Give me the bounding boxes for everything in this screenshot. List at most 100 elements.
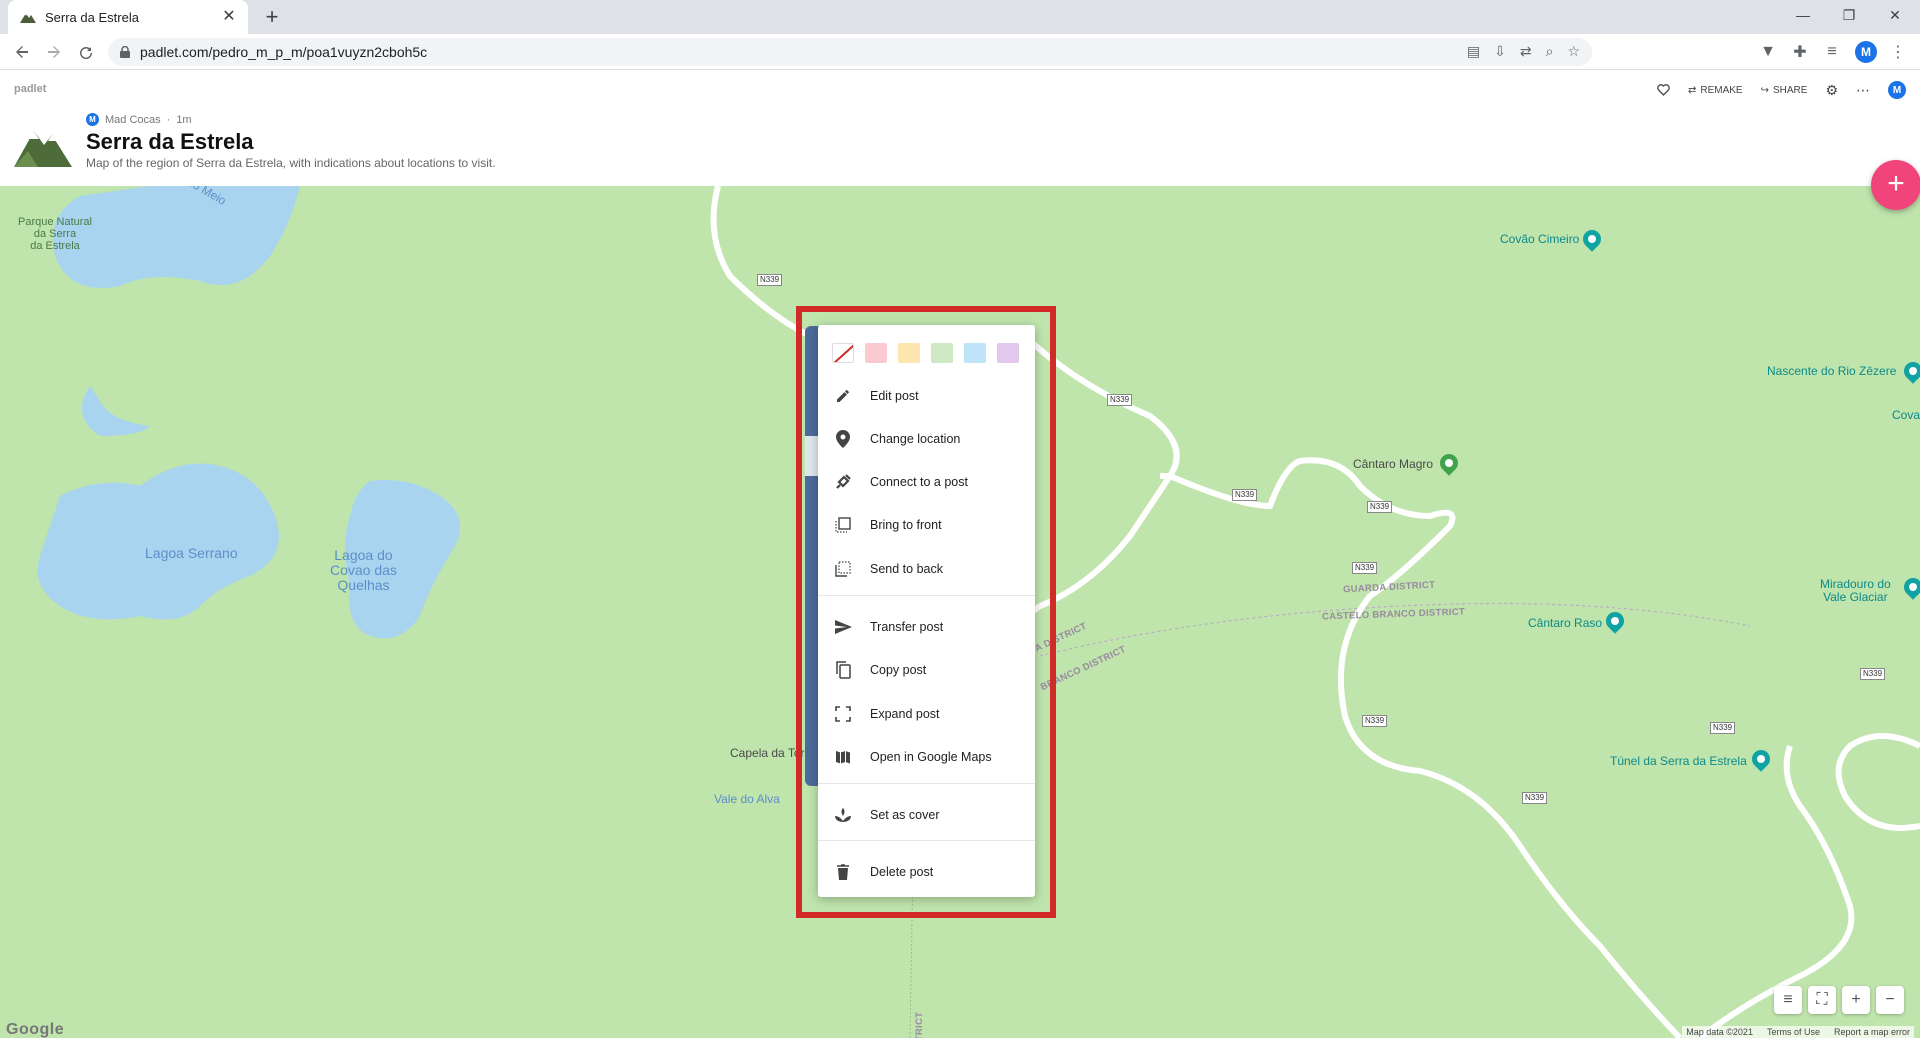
share-arrow-icon: ↪	[1760, 84, 1769, 96]
report-error-link[interactable]: Report a map error	[1834, 1027, 1910, 1037]
map-label-covao-cimeiro: Covão Cimeiro	[1500, 232, 1580, 246]
mountain-favicon-icon	[20, 9, 36, 25]
bookmark-star-icon[interactable]: ☆	[1567, 43, 1580, 60]
author-name[interactable]: Mad Cocas	[105, 114, 161, 126]
page-title: Serra da Estrela	[86, 129, 254, 154]
road-tag: N339	[1107, 394, 1133, 406]
menu-item-set-cover[interactable]: Set as cover	[818, 795, 1035, 835]
map-label-lagoa-covao: Lagoa do Covao das Quelhas	[330, 547, 397, 593]
map-label-miradouro: Miradouro do Vale Glaciar	[1820, 577, 1891, 604]
pencil-icon	[832, 385, 854, 407]
map-label-tunel: Túnel da Serra da Estrela	[1610, 754, 1747, 768]
menu-item-edit-post[interactable]: Edit post	[818, 376, 1035, 416]
copy-icon	[832, 659, 854, 681]
map-label-parque: Parque Natural da Serra da Estrela	[18, 216, 92, 252]
author-info: M Mad Cocas · 1m	[86, 113, 192, 126]
menu-label: Bring to front	[870, 518, 942, 532]
profile-initial: M	[1855, 41, 1877, 63]
google-logo: Google	[6, 1021, 65, 1038]
map-label-lagoa-serrano: Lagoa Serrano	[145, 545, 238, 561]
clipboard-icon[interactable]: ▤	[1467, 43, 1480, 60]
address-bar[interactable]: padlet.com/pedro_m_p_m/poa1vuyzn2cboh5c …	[108, 38, 1592, 66]
extension-icon[interactable]: ▼	[1756, 40, 1780, 64]
menu-item-expand-post[interactable]: Expand post	[818, 694, 1035, 734]
menu-label: Transfer post	[870, 620, 944, 634]
map-label-cantaro-raso: Cântaro Raso	[1528, 616, 1603, 630]
minimize-icon[interactable]: —	[1780, 0, 1826, 30]
new-tab-button[interactable]: +	[260, 6, 284, 30]
map-layers-icon[interactable]: ≡	[1774, 986, 1802, 1014]
settings-gear-icon[interactable]: ⚙	[1825, 82, 1838, 99]
translate-icon[interactable]: ⇄	[1520, 43, 1532, 60]
zoom-icon[interactable]: ⌕	[1546, 43, 1554, 60]
menu-item-transfer-post[interactable]: Transfer post	[818, 607, 1035, 647]
padlet-mountain-icon	[14, 121, 72, 174]
menu-label: Connect to a post	[870, 475, 968, 489]
road-tag: N339	[1367, 501, 1393, 513]
map-data-text: Map data ©2021	[1686, 1027, 1753, 1037]
map-attribution: Map data ©2021 Terms of Use Report a map…	[1682, 1026, 1914, 1038]
dot-separator: ·	[166, 113, 171, 126]
browser-menu-icon[interactable]: ⋮	[1886, 40, 1910, 64]
terms-link[interactable]: Terms of Use	[1767, 1027, 1820, 1037]
fullscreen-icon[interactable]: ⛶	[1808, 986, 1836, 1014]
zoom-out-button[interactable]: −	[1876, 986, 1904, 1014]
menu-label: Copy post	[870, 663, 927, 677]
menu-divider	[818, 595, 1035, 596]
trash-icon	[832, 861, 854, 883]
color-swatch-purple[interactable]	[997, 343, 1019, 363]
share-button[interactable]: ↪ SHARE	[1761, 85, 1808, 96]
add-post-button[interactable]: +	[1871, 160, 1920, 210]
close-window-icon[interactable]: ✕	[1872, 0, 1918, 30]
road-tag: N339	[1232, 489, 1258, 501]
plug-connect-icon	[832, 471, 854, 493]
restore-icon[interactable]: ❐	[1826, 0, 1872, 30]
color-swatches	[832, 343, 1019, 363]
menu-item-open-google-maps[interactable]: Open in Google Maps	[818, 737, 1035, 777]
color-swatch-green[interactable]	[931, 343, 953, 363]
browser-tab[interactable]: Serra da Estrela ✕	[8, 0, 248, 34]
reload-icon[interactable]	[74, 40, 98, 64]
menu-item-delete-post[interactable]: Delete post	[818, 852, 1035, 892]
menu-item-connect-post[interactable]: Connect to a post	[818, 462, 1035, 502]
map-label-district-c: TRICT	[914, 1011, 926, 1038]
menu-item-copy-post[interactable]: Copy post	[818, 650, 1035, 690]
map-label-nascente: Nascente do Rio Zêzere	[1767, 364, 1897, 378]
color-swatch-yellow[interactable]	[898, 343, 920, 363]
zoom-in-button[interactable]: +	[1842, 986, 1870, 1014]
menu-label: Delete post	[870, 865, 934, 879]
menu-item-change-location[interactable]: Change location	[818, 419, 1035, 459]
reading-list-icon[interactable]: ≡	[1820, 40, 1844, 64]
menu-label: Edit post	[870, 389, 919, 403]
author-avatar[interactable]: M	[86, 113, 99, 126]
padlet-logo[interactable]: padlet	[14, 83, 46, 95]
padlet-header: padlet ⇄ REMAKE ↪ SHARE ⚙ ⋯ M M Mad Coca…	[0, 71, 1920, 186]
menu-divider	[818, 840, 1035, 841]
user-avatar[interactable]: M	[1888, 81, 1906, 99]
back-icon[interactable]	[10, 40, 34, 64]
close-tab-icon[interactable]: ✕	[220, 8, 238, 26]
road-tag: N339	[1362, 715, 1388, 727]
menu-label: Set as cover	[870, 808, 940, 822]
color-swatch-none[interactable]	[832, 343, 854, 363]
puzzle-extensions-icon[interactable]: ✚	[1788, 40, 1812, 64]
remake-button[interactable]: ⇄ REMAKE	[1688, 85, 1743, 96]
map-label-vale-alva: Vale do Alva	[714, 792, 780, 806]
send-back-icon	[832, 558, 854, 580]
forward-icon[interactable]	[42, 40, 66, 64]
road-tag: N339	[1860, 668, 1886, 680]
install-icon[interactable]: ⇩	[1494, 43, 1506, 60]
color-swatch-red[interactable]	[865, 343, 887, 363]
menu-item-send-back[interactable]: Send to back	[818, 549, 1035, 589]
post-time: 1m	[176, 113, 192, 126]
like-heart-icon[interactable]	[1657, 84, 1670, 96]
menu-item-bring-front[interactable]: Bring to front	[818, 505, 1035, 545]
more-options-icon[interactable]: ⋯	[1856, 82, 1870, 99]
menu-divider	[818, 783, 1035, 784]
map-label-cantaro-magro: Cântaro Magro	[1353, 457, 1434, 471]
color-swatch-blue[interactable]	[964, 343, 986, 363]
page-description: Map of the region of Serra da Estrela, w…	[86, 156, 496, 170]
profile-avatar[interactable]: M	[1854, 40, 1878, 64]
lock-icon	[120, 46, 130, 58]
road-tag: N339	[1710, 722, 1736, 734]
